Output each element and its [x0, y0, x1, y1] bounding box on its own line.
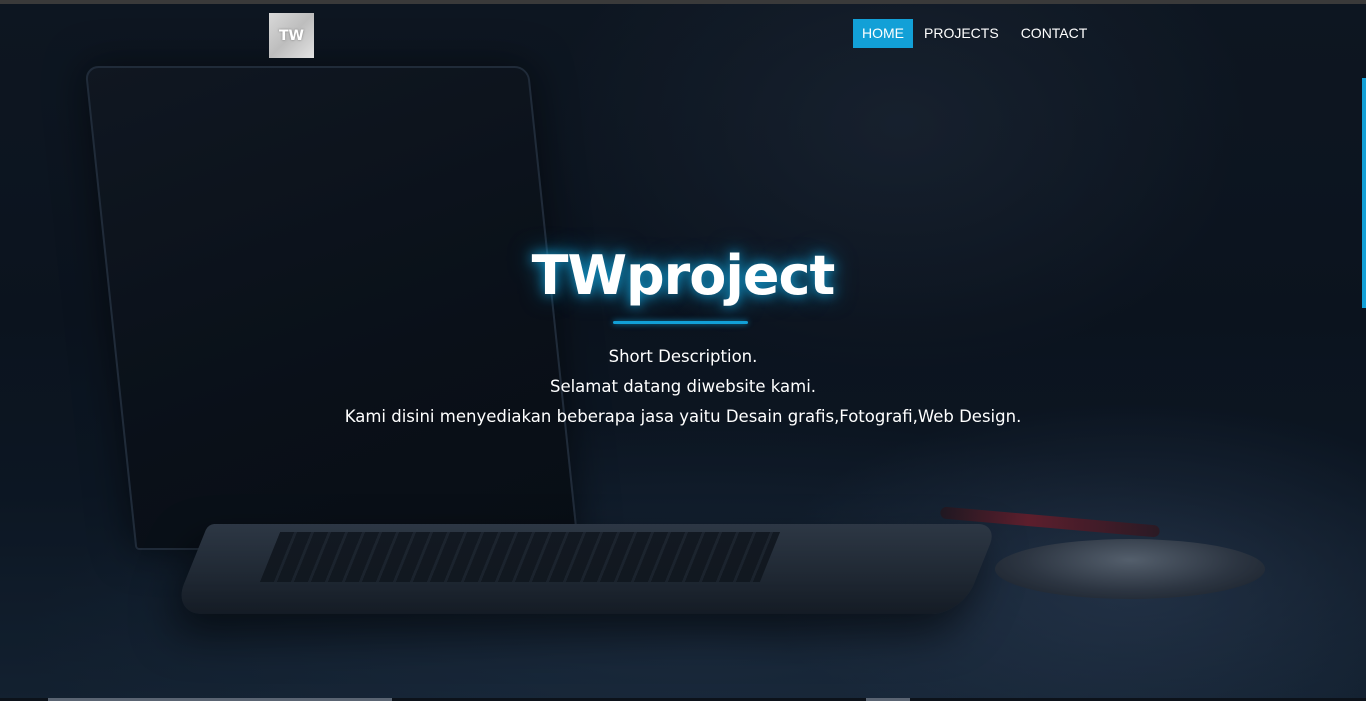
nav-link-home[interactable]: HOME — [853, 19, 913, 48]
navbar: TW HOME PROJECTS CONTACT — [0, 13, 1366, 63]
nav-link-projects[interactable]: PROJECTS — [913, 19, 1010, 48]
site-logo[interactable]: TW — [269, 13, 314, 58]
hero-description-line-2: Selamat datang diwebsite kami. — [549, 377, 817, 396]
scrollbar-thumb[interactable] — [1362, 78, 1366, 308]
nav-links: HOME PROJECTS CONTACT — [853, 19, 1098, 48]
nav-link-contact[interactable]: CONTACT — [1010, 19, 1099, 48]
page: TW HOME PROJECTS CONTACT TWproject Short… — [0, 0, 1366, 701]
title-underline — [613, 321, 748, 324]
hero-description-line-1: Short Description. — [608, 347, 758, 366]
hero-description-line-3: Kami disini menyediakan beberapa jasa ya… — [344, 407, 1022, 426]
logo-text: TW — [279, 27, 304, 44]
hero-title: TWproject — [531, 244, 836, 307]
